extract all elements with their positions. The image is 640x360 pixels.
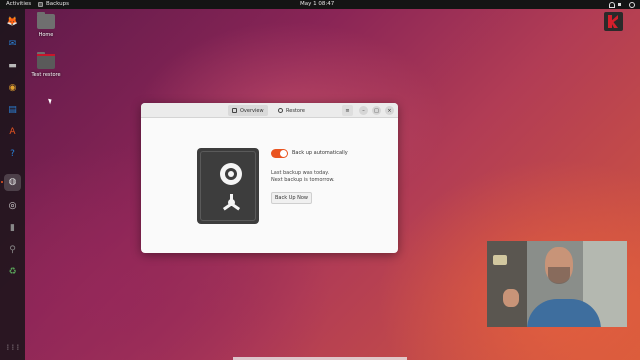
drive-icon: ▮: [10, 223, 15, 233]
usb-icon: ⚲: [9, 245, 16, 255]
running-indicator: [1, 181, 3, 183]
next-backup-text: Next backup is tomorrow.: [271, 177, 335, 183]
backup-status: Last backup was today. Next backup is to…: [271, 170, 335, 184]
channel-logo: [604, 12, 623, 31]
dock-firefox[interactable]: 🦊: [4, 14, 21, 31]
main-menu-button[interactable]: ≡: [342, 105, 353, 116]
desktop-icon-home[interactable]: Home: [24, 12, 68, 38]
home-folder-icon: [37, 12, 55, 29]
close-icon: ×: [387, 107, 392, 114]
network-icon: [608, 1, 615, 8]
close-button[interactable]: ×: [385, 106, 394, 115]
firefox-icon: 🦊: [6, 17, 19, 27]
auto-backup-toggle[interactable]: [271, 149, 288, 158]
dock-backups[interactable]: ◍: [4, 174, 21, 191]
volume-icon: [618, 1, 624, 7]
dock-rhythmbox[interactable]: ◉: [4, 80, 21, 97]
rhythmbox-icon: ◉: [8, 83, 17, 93]
safe-dial: [220, 163, 242, 185]
thunderbird-icon: ✉: [8, 39, 17, 49]
help-icon: ?: [10, 149, 15, 159]
tab-overview[interactable]: Overview: [228, 105, 268, 116]
dock-drive[interactable]: ▮: [4, 220, 21, 237]
dock-trash[interactable]: ♻: [4, 264, 21, 281]
dock-help[interactable]: ?: [4, 146, 21, 163]
dock-files[interactable]: ▬: [4, 58, 21, 75]
app-name-label: Backups: [46, 1, 70, 7]
writer-icon: ▤: [8, 105, 17, 115]
presenter-hand: [503, 289, 519, 307]
trash-icon: ♻: [8, 267, 17, 277]
tab-restore-label: Restore: [286, 107, 305, 114]
webcam-lamp: [493, 255, 507, 265]
tab-restore[interactable]: Restore: [274, 105, 309, 116]
desktop-icon-test-restore[interactable]: Test restore: [24, 52, 68, 78]
tab-overview-label: Overview: [240, 107, 264, 114]
backups-app-icon: [38, 1, 43, 7]
safe-door: [200, 151, 256, 221]
dock-disc[interactable]: ◎: [4, 198, 21, 215]
dock-writer[interactable]: ▤: [4, 102, 21, 119]
software-icon: A: [9, 127, 16, 137]
hamburger-icon: ≡: [345, 107, 350, 114]
app-menu[interactable]: Backups: [38, 1, 69, 7]
desktop-icon-label: Test restore: [31, 72, 61, 78]
files-icon: ▬: [8, 61, 17, 71]
safe-handle-hub: [228, 199, 235, 206]
system-tray[interactable]: [608, 1, 635, 8]
webcam-overlay: [487, 241, 627, 327]
auto-backup-label: Back up automatically: [292, 150, 348, 156]
disc-icon: ◎: [8, 201, 17, 211]
clock[interactable]: May 1 08:47: [300, 1, 334, 7]
power-icon: [628, 1, 635, 8]
dock: 🦊 ✉ ▬ ◉ ▤ A ? ◍ ◎ ▮ ⚲ ♻ ⋮⋮⋮: [0, 9, 25, 360]
safe-illustration: [197, 148, 259, 224]
restore-icon: [278, 108, 283, 113]
show-apps-button[interactable]: ⋮⋮⋮: [4, 339, 21, 356]
last-backup-text: Last backup was today.: [271, 170, 330, 176]
dock-software[interactable]: A: [4, 124, 21, 141]
webcam-background: [487, 241, 527, 327]
safe-dial-center: [228, 171, 234, 177]
backups-window: Overview Restore ≡ – □ × Back up automat…: [141, 103, 398, 253]
desktop-icon-label: Home: [38, 32, 54, 38]
minimize-button[interactable]: –: [359, 106, 368, 115]
backups-icon: ◍: [8, 177, 17, 187]
activities-button[interactable]: Activities: [6, 1, 31, 7]
overview-icon: [232, 108, 237, 113]
dock-usb[interactable]: ⚲: [4, 242, 21, 259]
top-bar: Activities Backups May 1 08:47: [0, 0, 640, 9]
presenter-beard: [548, 267, 570, 284]
maximize-button[interactable]: □: [372, 106, 381, 115]
back-up-now-button[interactable]: Back Up Now: [271, 192, 312, 204]
header-bar: Overview Restore ≡ – □ ×: [141, 103, 398, 118]
mouse-cursor: [48, 97, 53, 105]
minimize-icon: –: [362, 107, 365, 114]
maximize-icon: □: [374, 107, 379, 114]
dock-thunderbird[interactable]: ✉: [4, 36, 21, 53]
folder-icon: [37, 52, 55, 69]
apps-grid-icon: ⋮⋮⋮: [5, 343, 21, 351]
